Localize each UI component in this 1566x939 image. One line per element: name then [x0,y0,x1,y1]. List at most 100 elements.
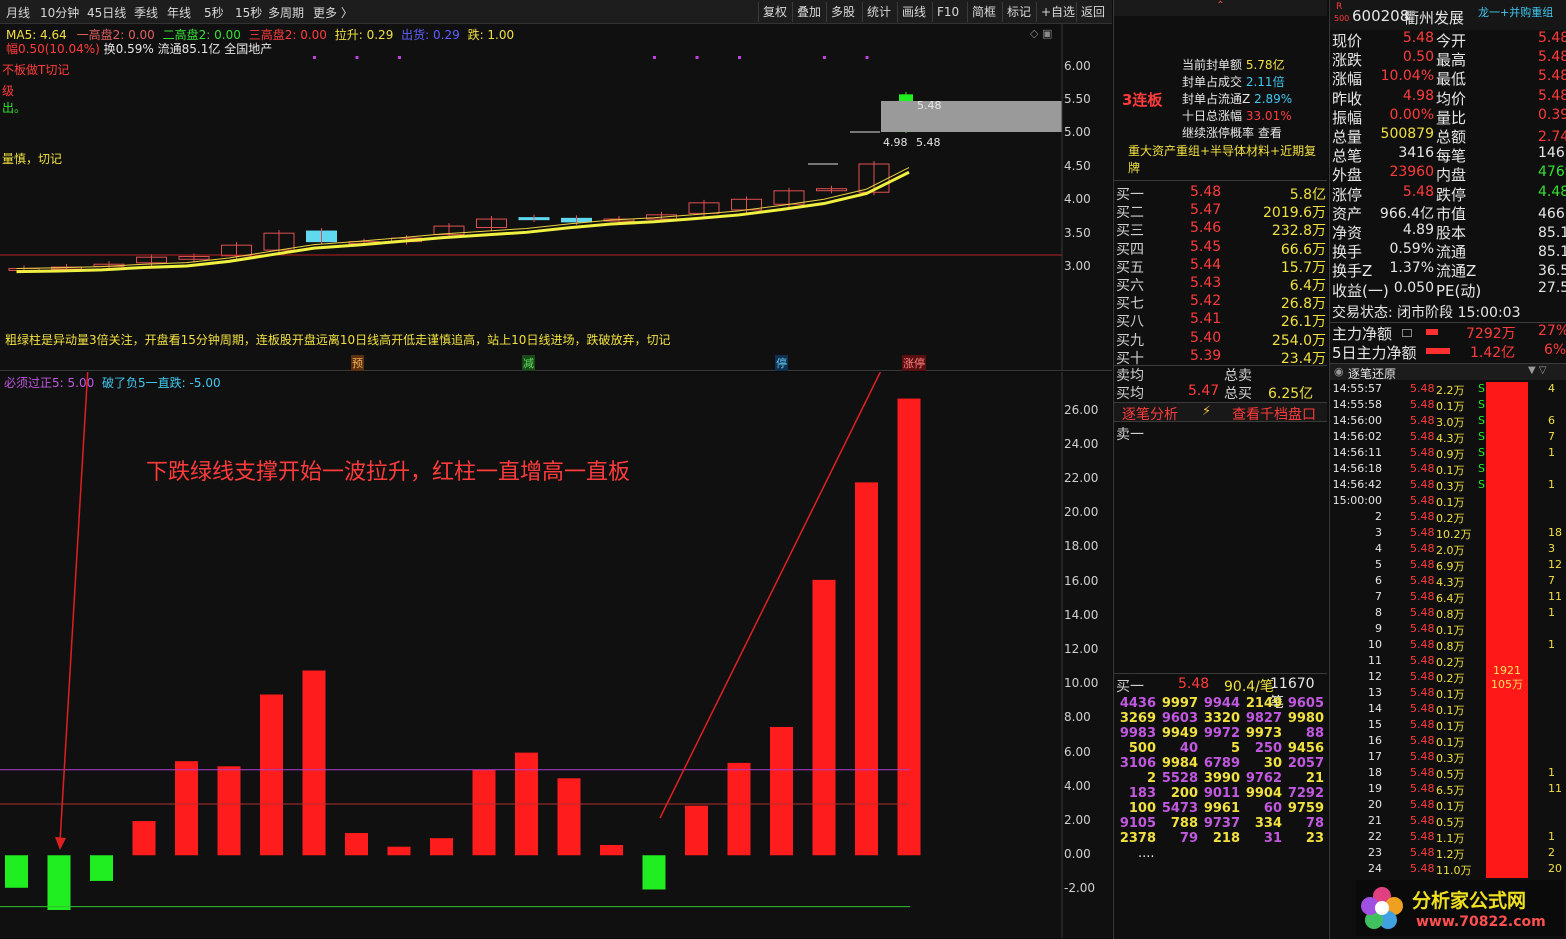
queue-cell: 9904 [1245,786,1282,801]
vol-tick: 26.00 [1064,402,1099,417]
volume-bar [90,855,113,881]
ticks-menu-icon[interactable]: ▼ ▽ [1528,365,1547,376]
tick-count: 1 [1548,446,1555,459]
queue-cell: 6789 [1203,756,1240,771]
queue-cell: 23 [1305,831,1324,846]
concept-tags: 重大资产重组+半导体材料+近期复牌 [1128,144,1317,175]
back-button[interactable]: 返回 [1076,2,1109,22]
quote-value-2: 146.6 [1538,145,1566,162]
quote-row: 现价 5.48 今开 5.48 [1332,30,1566,50]
quote-value-2: 0.39 [1538,106,1566,123]
order-level: 买四 5.45 66.6万 [1116,238,1326,258]
quote-label-2: 市值 [1436,204,1467,223]
mark-button[interactable]: 标记 [1002,2,1035,22]
tick-row: 18 5.48 0.5万 1 [1330,766,1555,782]
queue-cell: 183 [1128,786,1156,801]
tick-price: 5.48 [1410,766,1435,779]
period-15sec[interactable]: 15秒 [235,4,262,21]
tick-price: 5.48 [1410,830,1435,843]
tick-price: 5.48 [1410,846,1435,859]
queue-cell: 3106 [1119,756,1156,771]
level-volume: 26.8万 [1280,296,1326,313]
tick-analysis-link[interactable]: 逐笔分析 [1122,404,1178,424]
seal-label: 封单占流通Z [1182,92,1251,106]
draw-line-button[interactable]: 画线 [897,2,930,22]
tick-count: 2 [1548,846,1555,859]
period-multi[interactable]: 多周期 [268,4,304,21]
period-10min[interactable]: 10分钟 [40,4,79,21]
period-month[interactable]: 月线 [6,4,30,21]
tick-time: 13 [1368,686,1382,699]
price-tick: 3.50 [1064,226,1091,240]
tick-time: 6 [1375,574,1382,587]
quote-value: 1.37% [1389,260,1434,277]
level-price: 5.45 [1190,238,1222,255]
collapse-icon[interactable]: ⌃ [1114,0,1327,16]
tick-time: 15:00:00 [1332,494,1382,507]
queue-cell: 9973 [1245,726,1282,741]
tick-row: 14:56:00 5.48 3.0万 S 6 [1330,414,1555,430]
f10-button[interactable]: F10 [932,2,963,22]
vol-tick: 20.00 [1064,505,1099,520]
queue-row: 4436 9997 9944 2149 9605 [1114,696,1327,711]
tick-row: 14 5.48 0.1万 [1330,702,1492,718]
tick-price: 5.48 [1410,798,1435,811]
quote-label: 现价 [1332,32,1363,50]
tick-side: S [1478,430,1485,443]
depth-link[interactable]: 查看千档盘口 [1232,404,1316,424]
add-watchlist-button[interactable]: +自选 [1036,2,1079,22]
bigbar-amount: 105万 [1491,678,1523,691]
level-volume: 26.1万 [1280,314,1326,331]
period-quarter[interactable]: 季线 [134,4,158,21]
queue-more: .... [1138,846,1155,861]
level-name: 买一 [1116,187,1144,203]
overlay-button[interactable]: 叠加 [792,2,825,22]
quote-row: 总笔 3416每笔 146.6 [1332,145,1566,166]
volume-bar [345,833,368,856]
link-bar: 逐笔分析 ⚡ 查看千档盘口 [1114,402,1327,424]
queue-cell: 9827 [1245,711,1282,726]
seal-label: 封单占成交 [1182,75,1243,89]
tag-jian[interactable]: 减 [522,355,535,371]
simple-frame-button[interactable]: 简框 [967,2,1000,22]
tick-price: 5.48 [1410,638,1435,651]
quote-value-2: 85.1亿 [1538,225,1566,241]
tick-row: 14:55:58 5.48 0.1万 S [1330,398,1492,414]
queue-cell: 88 [1305,726,1324,741]
period-45day[interactable]: 45日线 [87,4,126,21]
marker-dot [398,56,401,59]
tick-volume: 11.0万 [1436,864,1472,877]
queue-cell: 788 [1170,816,1198,831]
queue-row: 100 5473 9961 60 9759 [1114,801,1327,816]
tick-row: 13 5.48 0.1万 [1330,686,1492,702]
tick-price: 5.48 [1410,446,1435,459]
queue-per: 90.4/笔 [1224,679,1274,695]
multi-stock-button[interactable]: 多股 [826,2,859,22]
vol-tick: 22.00 [1064,470,1099,485]
tag-zhangting[interactable]: 涨停 [902,355,926,371]
stats-button[interactable]: 统计 [862,2,895,22]
tick-price: 5.48 [1410,862,1435,875]
vol-tick: 6.00 [1064,744,1091,759]
quote-row: 净资 4.89股本 85.1亿 [1332,222,1566,242]
tick-price: 5.48 [1410,734,1435,747]
quote-label: 总笔 [1332,147,1363,166]
volume-bar [897,398,921,856]
fuquan-button[interactable]: 复权 [758,2,791,22]
view-link[interactable]: 查看 [1258,126,1282,140]
flow-icon[interactable] [1402,329,1412,337]
tag-yu[interactable]: 预 [351,355,364,371]
ticks-title: 逐笔还原 [1348,367,1397,381]
ticks-toggle-icon[interactable]: ◉ [1334,365,1344,378]
period-5sec[interactable]: 5秒 [204,4,224,21]
tag-ting[interactable]: 停 [775,355,788,371]
tick-time: 22 [1368,830,1382,843]
more-periods[interactable]: 更多 〉 [313,4,353,21]
queue-row: 500 40 5 250 9456 [1114,741,1327,756]
period-year[interactable]: 年线 [167,4,191,21]
tick-volume: 0.1万 [1436,688,1465,701]
quote-value-2: 36.5亿 [1538,263,1566,280]
tick-volume: 0.8万 [1436,640,1465,653]
queue-cell: 3320 [1203,711,1240,726]
queue-cell: 40 [1179,741,1198,756]
